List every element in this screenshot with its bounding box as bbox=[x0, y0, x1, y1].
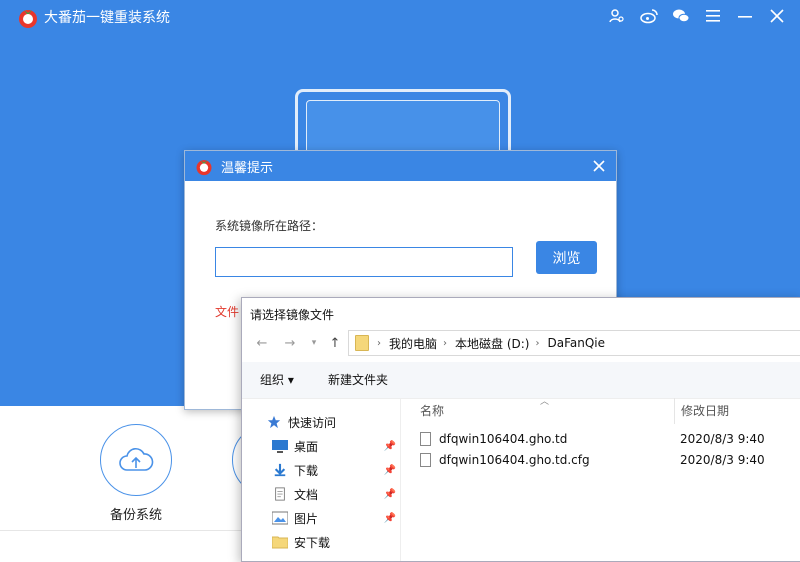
sidebar-item-label: 下载 bbox=[294, 463, 319, 478]
file-name: dfqwin106404.gho.td bbox=[439, 432, 568, 446]
file-picker-dialog: 请选择镜像文件 ← → ▾ ↑ › 我的电脑 › 本地磁盘 (D:) › DaF… bbox=[241, 297, 800, 562]
column-separator[interactable] bbox=[674, 398, 675, 424]
navigation-pane: 快速访问 桌面 📌 下载 📌 文档 📌 图片 📌 安下载 bbox=[242, 398, 401, 561]
new-folder-button[interactable]: 新建文件夹 bbox=[328, 371, 388, 388]
recent-chevron-icon[interactable]: ▾ bbox=[304, 333, 324, 353]
weibo-icon[interactable] bbox=[638, 5, 660, 27]
address-segment-folder[interactable]: DaFanQie bbox=[547, 336, 605, 350]
file-modified-date: 2020/8/3 9:40 bbox=[680, 453, 765, 467]
up-arrow-icon[interactable]: ↑ bbox=[325, 333, 345, 353]
titlebar-icons bbox=[606, 0, 800, 32]
sidebar-item-pictures[interactable]: 图片 📌 bbox=[272, 508, 400, 528]
close-icon[interactable] bbox=[766, 5, 788, 27]
cloud-upload-icon bbox=[119, 448, 154, 471]
forward-arrow-icon[interactable]: → bbox=[280, 333, 300, 353]
sidebar-item-desktop[interactable]: 桌面 📌 bbox=[272, 436, 400, 456]
tomato-logo-icon bbox=[196, 160, 212, 176]
dialog-header: 温馨提示 bbox=[185, 151, 616, 181]
address-bar[interactable]: › 我的电脑 › 本地磁盘 (D:) › DaFanQie bbox=[348, 330, 800, 356]
pin-icon[interactable]: 📌 bbox=[384, 465, 396, 476]
sidebar-item-label: 文档 bbox=[294, 487, 319, 502]
sidebar-item-label: 快速访问 bbox=[288, 415, 337, 430]
folder-icon bbox=[272, 536, 288, 549]
title-bar: 大番茄一键重装系统 bbox=[0, 0, 800, 32]
image-path-input[interactable] bbox=[215, 247, 513, 277]
sidebar-item-label: 桌面 bbox=[294, 439, 319, 454]
user-search-icon[interactable] bbox=[606, 5, 628, 27]
file-picker-toolbar: 组织 ▾ 新建文件夹 bbox=[242, 362, 800, 399]
file-name: dfqwin106404.gho.td.cfg bbox=[439, 453, 590, 467]
chevron-right-icon[interactable]: › bbox=[377, 338, 381, 349]
chevron-right-icon[interactable]: › bbox=[535, 338, 539, 349]
pin-icon[interactable]: 📌 bbox=[384, 513, 396, 524]
path-label: 系统镜像所在路径： bbox=[215, 219, 324, 233]
dialog-close-icon[interactable] bbox=[588, 155, 610, 177]
minimize-icon[interactable] bbox=[734, 5, 756, 27]
wechat-icon[interactable] bbox=[670, 5, 692, 27]
file-hint-text: 文件 bbox=[215, 305, 240, 319]
feature-label: 备份系统 bbox=[109, 508, 162, 523]
column-header-name[interactable]: 名称 bbox=[420, 402, 444, 419]
desktop-icon bbox=[272, 440, 288, 453]
address-segment-drive[interactable]: 本地磁盘 (D:) bbox=[455, 335, 529, 352]
sidebar-item-quick-access[interactable]: 快速访问 bbox=[266, 412, 394, 432]
file-icon bbox=[420, 453, 431, 467]
file-modified-date: 2020/8/3 9:40 bbox=[680, 432, 765, 446]
pin-icon[interactable]: 📌 bbox=[384, 489, 396, 500]
back-arrow-icon[interactable]: ← bbox=[252, 333, 272, 353]
tomato-logo-icon bbox=[19, 10, 37, 28]
file-icon bbox=[420, 432, 431, 446]
file-row[interactable]: dfqwin106404.gho.td 2020/8/3 9:40 bbox=[420, 429, 800, 449]
star-icon bbox=[267, 415, 281, 429]
feature-backup-system[interactable]: 备份系统 bbox=[86, 424, 186, 523]
navigation-bar: ← → ▾ ↑ › 我的电脑 › 本地磁盘 (D:) › DaFanQie bbox=[242, 330, 800, 358]
folder-icon bbox=[355, 335, 369, 351]
menu-icon[interactable] bbox=[702, 5, 724, 27]
address-segment-computer[interactable]: 我的电脑 bbox=[389, 335, 437, 352]
pin-icon[interactable]: 📌 bbox=[384, 441, 396, 452]
chevron-right-icon[interactable]: › bbox=[443, 338, 447, 349]
sidebar-item-label: 安下载 bbox=[294, 535, 331, 550]
column-header-modified[interactable]: 修改日期 bbox=[681, 402, 729, 419]
file-row[interactable]: dfqwin106404.gho.td.cfg 2020/8/3 9:40 bbox=[420, 450, 800, 470]
organize-button[interactable]: 组织 ▾ bbox=[260, 371, 294, 388]
download-icon bbox=[274, 463, 286, 477]
browse-button[interactable]: 浏览 bbox=[536, 241, 597, 274]
feature-circle bbox=[100, 424, 172, 496]
sort-up-icon: ︿ bbox=[540, 397, 550, 407]
sidebar-item-label: 图片 bbox=[294, 511, 319, 526]
app-title: 大番茄一键重装系统 bbox=[44, 10, 170, 26]
document-icon bbox=[275, 487, 285, 501]
picture-icon bbox=[272, 511, 288, 525]
dialog-title: 温馨提示 bbox=[221, 161, 274, 176]
sidebar-item-anxiazai[interactable]: 安下载 bbox=[272, 532, 400, 552]
sidebar-item-downloads[interactable]: 下载 📌 bbox=[272, 460, 400, 480]
file-picker-title: 请选择镜像文件 bbox=[250, 308, 335, 322]
sidebar-item-documents[interactable]: 文档 📌 bbox=[272, 484, 400, 504]
